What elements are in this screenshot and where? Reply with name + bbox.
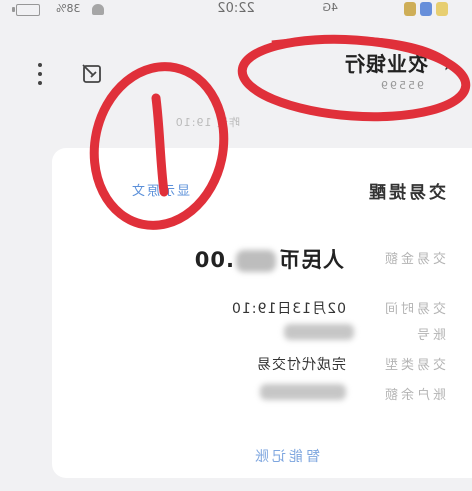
- contact-name: 农业银行: [344, 52, 428, 76]
- amount-value: 人民币 .00: [194, 244, 344, 274]
- amount-decimals: .00: [193, 248, 234, 272]
- redacted-balance: [260, 384, 346, 400]
- compose-icon[interactable]: [80, 62, 102, 84]
- time-label: 交易时间: [381, 302, 446, 317]
- show-original-link[interactable]: 显示原文: [130, 180, 190, 199]
- redacted-amount: [236, 250, 276, 272]
- status-bar: 4G 22:02 38%: [0, 0, 472, 22]
- balance-label: 账户余额: [381, 388, 446, 403]
- type-label: 交易类型: [381, 358, 446, 373]
- time-value: 02月13日19:10: [231, 301, 346, 317]
- conversation-header: ‹ 农业银行 95599: [0, 22, 472, 108]
- network-indicator: 4G: [322, 1, 338, 14]
- battery-percent: 38%: [56, 2, 81, 15]
- message-title: 交易提醒: [366, 183, 446, 203]
- amount-currency: 人民币: [278, 248, 344, 272]
- battery-icon: [16, 4, 40, 16]
- more-vertical-icon[interactable]: [34, 60, 46, 88]
- type-value: 完成代付交易: [256, 357, 346, 373]
- app-notification-icon: [404, 2, 416, 16]
- app-notification-icon: [420, 2, 432, 16]
- account-label: 账号: [413, 328, 446, 343]
- status-time: 22:02: [217, 1, 255, 16]
- wifi-icon: [92, 4, 104, 15]
- smart-bookkeeping-link[interactable]: 智能记账: [252, 446, 320, 466]
- back-arrow-icon[interactable]: ‹: [436, 50, 460, 78]
- message-timestamp: 昨天 19:10: [174, 116, 240, 129]
- sms-conversation-screen: 4G 22:02 38% ‹ 农业银行 95599 昨天 19:10 交易提醒 …: [0, 0, 472, 491]
- amount-label: 交易金额: [381, 252, 446, 267]
- transaction-message-card[interactable]: 交易提醒 显示原文 交易金额 人民币 .00 交易时间 02月13日19:10 账…: [52, 148, 472, 478]
- app-notification-icon: [436, 2, 448, 16]
- contact-number: 95599: [379, 79, 424, 92]
- redacted-account: [284, 324, 354, 340]
